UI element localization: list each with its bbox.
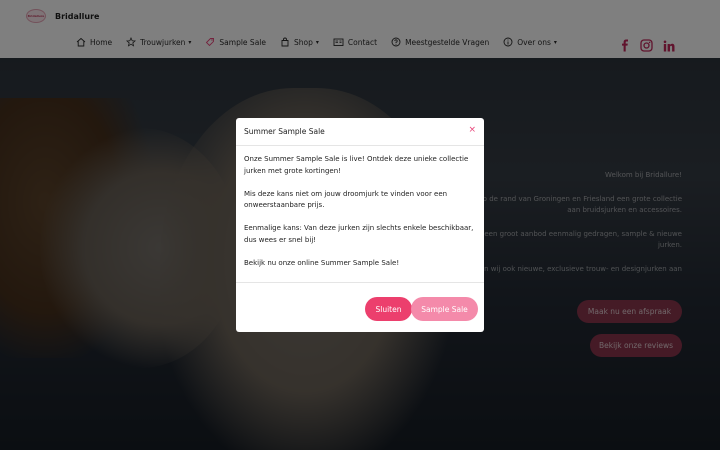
modal-paragraph: Bekijk nu onze online Summer Sample Sale…: [244, 258, 400, 267]
modal-footer: Sluiten Sample Sale: [236, 283, 484, 331]
close-icon[interactable]: ×: [468, 125, 476, 135]
modal-header: Summer Sample Sale ×: [236, 118, 484, 146]
close-button[interactable]: Sluiten: [365, 297, 412, 321]
modal-paragraph: Mis deze kans niet om jouw droomjurk te …: [244, 189, 448, 210]
modal-body: Onze Summer Sample Sale is live! Ontdek …: [236, 146, 484, 283]
modal-title: Summer Sample Sale: [244, 127, 325, 136]
modal-paragraph: Onze Summer Sample Sale is live! Ontdek …: [244, 155, 469, 175]
summer-sale-modal: Summer Sample Sale × Onze Summer Sample …: [236, 118, 484, 332]
modal-paragraph: Eenmalige kans: Van deze jurken zijn sle…: [244, 224, 474, 244]
sample-sale-button[interactable]: Sample Sale: [411, 297, 478, 321]
